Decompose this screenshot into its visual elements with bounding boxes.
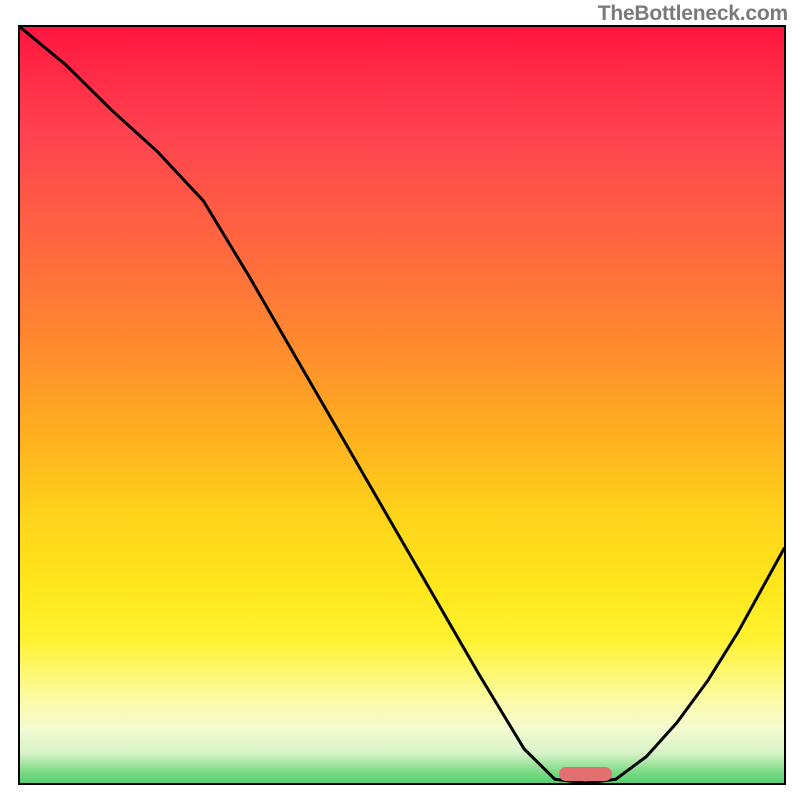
chart-container: TheBottleneck.com [0, 0, 800, 800]
plot-area [18, 25, 786, 785]
watermark-text: TheBottleneck.com [598, 2, 788, 26]
optimal-region-marker [559, 767, 612, 781]
bottleneck-curve [20, 27, 784, 783]
